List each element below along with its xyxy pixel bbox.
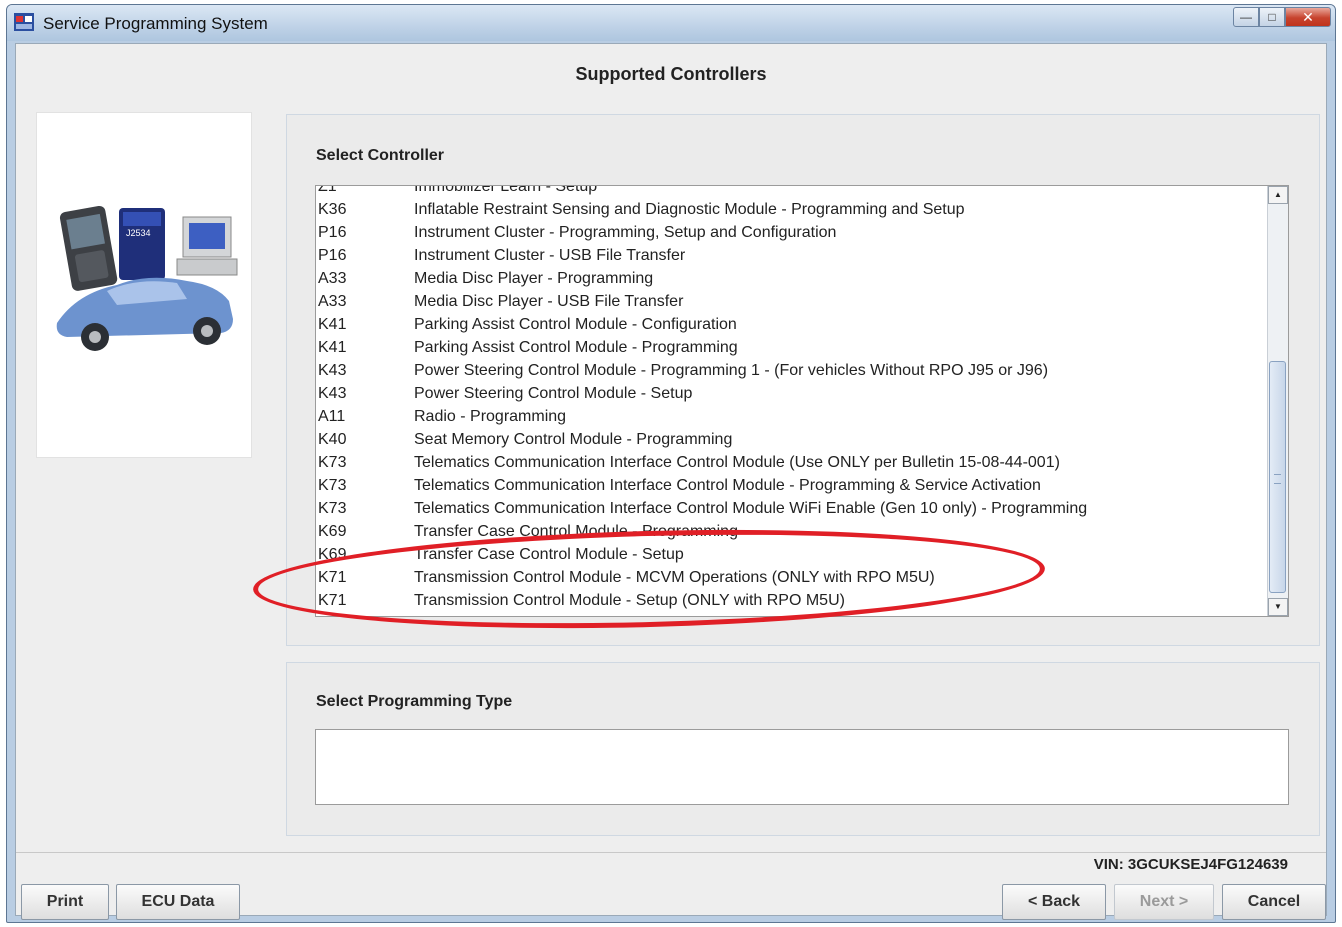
controller-description: Telematics Communication Interface Contr…: [414, 477, 1041, 494]
scroll-up-icon: ▲: [1274, 190, 1282, 199]
footer-divider: [16, 852, 1326, 853]
select-controller-label: Select Controller: [316, 147, 445, 164]
controller-list-rows: Z1 Immobilizer Learn - Setup K36 Inflatable…: [316, 185, 1266, 612]
controller-description: Immobilizer Learn - Setup: [414, 185, 598, 195]
controller-code: K73: [318, 477, 347, 494]
controller-description: Media Disc Player - Programming: [414, 270, 654, 287]
product-logo: J2534: [36, 112, 252, 458]
controller-code: K43: [318, 385, 347, 402]
j2534-label: J2534: [126, 228, 151, 238]
list-item[interactable]: A33 Media Disc Player - Programming: [316, 267, 1266, 290]
list-item[interactable]: K73 Telematics Communication Interface Co…: [316, 474, 1266, 497]
print-button[interactable]: Print: [21, 884, 109, 920]
controller-description: Telematics Communication Interface Contr…: [414, 454, 1060, 471]
controller-code: P16: [318, 247, 347, 264]
minimize-button[interactable]: —: [1233, 7, 1259, 27]
window-controls: — □ ✕: [1233, 7, 1331, 29]
controller-code: K41: [318, 316, 347, 333]
controller-description: Parking Assist Control Module - Configur…: [414, 316, 737, 333]
title-bar: Service Programming System — □ ✕: [7, 5, 1335, 41]
controller-description: Telematics Communication Interface Contr…: [414, 500, 1088, 517]
controller-code: K73: [318, 500, 347, 517]
controller-description: Instrument Cluster - Programming, Setup …: [414, 224, 837, 241]
controller-code: A11: [318, 408, 346, 425]
app-window: Service Programming System — □ ✕ Support…: [6, 4, 1336, 923]
scroll-thumb[interactable]: [1269, 361, 1286, 593]
page-title: Supported Controllers: [575, 64, 767, 84]
scroll-up-button[interactable]: ▲: [1268, 186, 1288, 204]
list-item[interactable]: K73 Telematics Communication Interface Co…: [316, 497, 1266, 520]
list-item[interactable]: K41 Parking Assist Control Module - Confi…: [316, 313, 1266, 336]
back-button[interactable]: < Back: [1002, 884, 1106, 920]
maximize-icon: □: [1268, 10, 1276, 24]
close-icon: ✕: [1302, 8, 1314, 25]
scroll-down-icon: ▼: [1274, 602, 1282, 611]
list-item[interactable]: K71 Transmission Control Module - MCVM Op…: [316, 566, 1266, 589]
list-item[interactable]: P16 Instrument Cluster - USB File Transfe…: [316, 244, 1266, 267]
controller-code: K73: [318, 454, 347, 471]
controller-code: K43: [318, 362, 347, 379]
controller-description: Transmission Control Module - MCVM Opera…: [414, 569, 935, 586]
app-icon: [14, 13, 34, 31]
controller-code: Z1: [318, 185, 337, 195]
controller-code: K71: [318, 592, 347, 609]
controller-code: K71: [318, 569, 347, 586]
ecu-data-button[interactable]: ECU Data: [116, 884, 240, 920]
list-item[interactable]: K69 Transfer Case Control Module - Setup: [316, 543, 1266, 566]
window-title: Service Programming System: [43, 14, 268, 33]
list-item[interactable]: A33 Media Disc Player - USB File Transfer: [316, 290, 1266, 313]
controller-description: Transfer Case Control Module - Programmi…: [414, 523, 738, 540]
cancel-button[interactable]: Cancel: [1222, 884, 1326, 920]
controller-description: Media Disc Player - USB File Transfer: [414, 293, 684, 310]
controller-description: Inflatable Restraint Sensing and Diagnos…: [414, 201, 965, 218]
controller-code: K69: [318, 523, 347, 540]
list-item[interactable]: K43 Power Steering Control Module - Progr…: [316, 359, 1266, 382]
list-item[interactable]: A11 Radio - Programming: [316, 405, 1266, 428]
controller-code: K40: [318, 431, 347, 448]
controller-description: Seat Memory Control Module - Programming: [414, 431, 733, 448]
controller-code: K36: [318, 201, 347, 218]
close-button[interactable]: ✕: [1285, 7, 1331, 27]
controller-list-scrollbar[interactable]: ▲ ▼: [1267, 186, 1288, 616]
dialog-body: Supported Controllers J2534 Select Contr…: [15, 43, 1327, 920]
controller-panel: Select Controller Z1 Immobilizer Learn - …: [286, 114, 1320, 646]
select-programming-type-label: Select Programming Type: [316, 693, 513, 710]
vin-label: VIN: 3GCUKSEJ4FG124639: [1093, 856, 1288, 873]
list-item[interactable]: K40 Seat Memory Control Module - Programm…: [316, 428, 1266, 451]
list-item[interactable]: Z1 Immobilizer Learn - Setup: [316, 185, 1266, 198]
controller-list[interactable]: Z1 Immobilizer Learn - Setup K36 Inflatable…: [315, 185, 1289, 617]
scroll-down-button[interactable]: ▼: [1268, 598, 1288, 616]
list-item[interactable]: K69 Transfer Case Control Module - Progra…: [316, 520, 1266, 543]
controller-code: A33: [318, 293, 347, 310]
controller-code: P16: [318, 224, 347, 241]
controller-description: Transmission Control Module - Setup (ONL…: [414, 592, 845, 609]
programming-type-panel: Select Programming Type: [286, 662, 1320, 836]
controller-code: A33: [318, 270, 347, 287]
next-button[interactable]: Next >: [1114, 884, 1214, 920]
controller-code: K69: [318, 546, 347, 563]
controller-description: Transfer Case Control Module - Setup: [414, 546, 684, 563]
controller-description: Radio - Programming: [414, 408, 567, 425]
list-item[interactable]: P16 Instrument Cluster - Programming, Set…: [316, 221, 1266, 244]
maximize-button[interactable]: □: [1259, 7, 1285, 27]
list-item[interactable]: K36 Inflatable Restraint Sensing and Diag…: [316, 198, 1266, 221]
list-item[interactable]: K41 Parking Assist Control Module - Progr…: [316, 336, 1266, 359]
list-item[interactable]: K43 Power Steering Control Module - Setup: [316, 382, 1266, 405]
controller-description: Power Steering Control Module - Programm…: [414, 362, 1049, 379]
vehicle-tools-illustration: J2534: [56, 205, 238, 351]
list-item[interactable]: K71 Transmission Control Module - Setup (…: [316, 589, 1266, 612]
minimize-icon: —: [1240, 10, 1252, 24]
scroll-grip-icon: [1274, 474, 1281, 484]
controller-description: Power Steering Control Module - Setup: [414, 385, 693, 402]
controller-description: Parking Assist Control Module - Programm…: [414, 339, 738, 356]
controller-description: Instrument Cluster - USB File Transfer: [414, 247, 686, 264]
controller-code: K41: [318, 339, 347, 356]
list-item[interactable]: K73 Telematics Communication Interface Co…: [316, 451, 1266, 474]
programming-type-list[interactable]: [315, 729, 1289, 805]
